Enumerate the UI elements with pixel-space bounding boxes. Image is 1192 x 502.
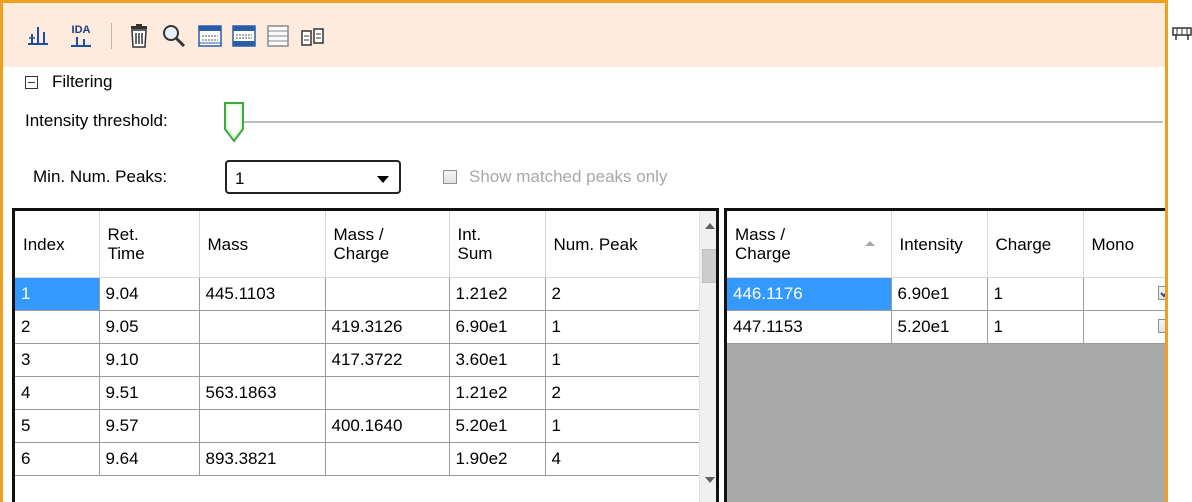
table-cell[interactable]: [199, 310, 326, 344]
column-header-index[interactable]: Index: [15, 211, 100, 278]
table-cell[interactable]: 447.1153: [727, 310, 892, 344]
search-icon[interactable]: [161, 23, 187, 49]
intensity-threshold-label: Intensity threshold:: [25, 111, 168, 130]
table-cell[interactable]: 9.04: [99, 277, 200, 311]
table-cell[interactable]: 1.21e2: [449, 376, 546, 410]
min-num-peaks-dropdown[interactable]: 1: [225, 160, 401, 194]
intensity-threshold-slider-thumb[interactable]: [223, 101, 245, 143]
compare-icon[interactable]: [299, 23, 327, 49]
toolbar-separator: [111, 23, 112, 49]
table-cell[interactable]: 1: [545, 310, 700, 344]
table-row[interactable]: 4 9.51 563.1863 1.21e2 2: [15, 376, 700, 410]
min-num-peaks-label: Min. Num. Peaks:: [33, 167, 168, 186]
sort-ascending-icon: [865, 241, 875, 246]
table-cell[interactable]: 9.64: [99, 442, 200, 476]
table-cell[interactable]: 9.57: [99, 409, 200, 443]
table-row[interactable]: 447.1153 5.20e1 1: [727, 310, 1165, 344]
vertical-scrollbar[interactable]: [699, 211, 716, 502]
table-header-row: Mass / Charge Intensity Charge Mono: [727, 211, 1165, 278]
table-cell[interactable]: 893.3821: [199, 442, 326, 476]
table-cell[interactable]: 3: [15, 343, 100, 377]
peak-groups-table: Index Ret. Time Mass Mass / Charge Int. Sum…: [12, 208, 719, 502]
column-header-mass-charge[interactable]: Mass / Charge: [325, 211, 450, 278]
table-cell[interactable]: 1.21e2: [449, 277, 546, 311]
table-cell[interactable]: 1: [987, 277, 1084, 311]
table-cell[interactable]: 1: [545, 409, 700, 443]
table-cell[interactable]: 1: [545, 343, 700, 377]
table-cell[interactable]: 563.1863: [199, 376, 326, 410]
table-view-icon[interactable]: [197, 23, 223, 49]
mono-cell[interactable]: [1083, 277, 1165, 311]
table-row[interactable]: 2 9.05 419.3126 6.90e1 1: [15, 310, 700, 344]
filtering-label: Filtering: [52, 72, 113, 91]
scrollbar-thumb[interactable]: [702, 249, 716, 283]
table-cell[interactable]: 4: [15, 376, 100, 410]
table-cell[interactable]: 2: [545, 376, 700, 410]
table-row[interactable]: 5 9.57 400.1640 5.20e1 1: [15, 409, 700, 443]
table-cell[interactable]: 1: [987, 310, 1084, 344]
table-cell[interactable]: [325, 376, 450, 410]
peak-list-icon[interactable]: [25, 23, 51, 49]
peaks-detail-grid: Mass / Charge Intensity Charge Mono 446.1…: [727, 211, 1165, 344]
mono-checkbox[interactable]: [1157, 319, 1165, 333]
scroll-up-icon[interactable]: [705, 223, 715, 229]
table-cell[interactable]: [325, 277, 450, 311]
table-view-alt-icon[interactable]: [231, 23, 257, 49]
column-header-charge[interactable]: Charge: [987, 211, 1084, 278]
table-row[interactable]: 3 9.10 417.3722 3.60e1 1: [15, 343, 700, 377]
table-cell[interactable]: 3.60e1: [449, 343, 546, 377]
table-cell[interactable]: 5.20e1: [449, 409, 546, 443]
min-num-peaks-value: 1: [235, 169, 245, 188]
column-header-num-peaks[interactable]: Num. Peak: [545, 211, 700, 278]
table-cell[interactable]: 6.90e1: [891, 277, 988, 311]
delete-icon[interactable]: [127, 23, 151, 49]
table-cell[interactable]: 6.90e1: [449, 310, 546, 344]
table-cell[interactable]: 6: [15, 442, 100, 476]
mono-cell[interactable]: [1083, 310, 1165, 344]
table-row[interactable]: 6 9.64 893.3821 1.90e2 4: [15, 442, 700, 476]
table-cell[interactable]: 445.1103: [199, 277, 326, 311]
table-cell[interactable]: 1.90e2: [449, 442, 546, 476]
mono-checkbox-checked[interactable]: [1157, 286, 1165, 300]
collapse-icon[interactable]: [25, 75, 38, 89]
table-cell[interactable]: 446.1176: [727, 277, 892, 311]
column-header-intensity[interactable]: Intensity: [891, 211, 988, 278]
column-header-mass[interactable]: Mass: [199, 211, 326, 278]
table-cell[interactable]: [199, 409, 326, 443]
dock-icon[interactable]: [1172, 22, 1192, 42]
show-matched-checkbox[interactable]: [443, 170, 457, 184]
table-cell[interactable]: 419.3126: [325, 310, 450, 344]
table-cell[interactable]: 417.3722: [325, 343, 450, 377]
column-header-int-sum[interactable]: Int. Sum: [449, 211, 546, 278]
ida-label: IDA: [71, 23, 91, 36]
show-matched-label: Show matched peaks only: [469, 167, 668, 186]
peaks-detail-table: Mass / Charge Intensity Charge Mono 446.1…: [724, 208, 1165, 502]
peak-groups-grid: Index Ret. Time Mass Mass / Charge Int. Sum…: [15, 211, 700, 476]
table-header-row: Index Ret. Time Mass Mass / Charge Int. Sum…: [15, 211, 700, 278]
table-cell[interactable]: 9.10: [99, 343, 200, 377]
table-cell[interactable]: 5.20e1: [891, 310, 988, 344]
table-cell[interactable]: 4: [545, 442, 700, 476]
table-cell[interactable]: [199, 343, 326, 377]
column-header-mono[interactable]: Mono: [1083, 211, 1165, 278]
intensity-threshold-slider-track[interactable]: [233, 121, 1163, 124]
table-row[interactable]: 446.1176 6.90e1 1: [727, 277, 1165, 311]
table-cell[interactable]: 2: [545, 277, 700, 311]
toolbar: IDA: [3, 3, 1165, 67]
table-cell[interactable]: 2: [15, 310, 100, 344]
table-cell[interactable]: 9.05: [99, 310, 200, 344]
column-header-mass-charge[interactable]: Mass / Charge: [727, 211, 892, 278]
ida-icon[interactable]: IDA: [65, 23, 97, 49]
table-row[interactable]: 1 9.04 445.1103 1.21e2 2: [15, 277, 700, 311]
table-cell[interactable]: 5: [15, 409, 100, 443]
scroll-down-icon[interactable]: [705, 477, 715, 483]
column-header-ret-time[interactable]: Ret. Time: [99, 211, 200, 278]
table-cell[interactable]: 1: [15, 277, 100, 311]
chevron-down-icon: [377, 176, 389, 183]
filtering-section-header[interactable]: Filtering: [25, 72, 112, 92]
table-cell[interactable]: 400.1640: [325, 409, 450, 443]
table-cell[interactable]: 9.51: [99, 376, 200, 410]
table-cell[interactable]: [325, 442, 450, 476]
list-view-icon[interactable]: [265, 23, 291, 49]
